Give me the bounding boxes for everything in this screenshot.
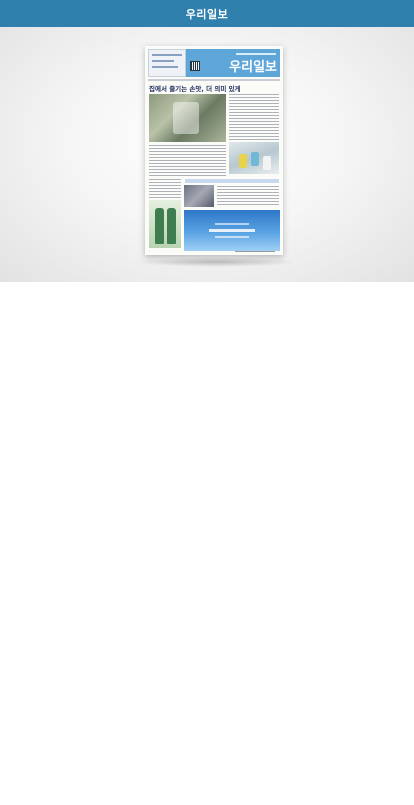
masthead-banner: 우리일보 xyxy=(186,49,280,77)
cosmetics-advertisement xyxy=(184,210,280,251)
event-photo xyxy=(184,185,214,207)
masthead-name: 우리일보 xyxy=(229,60,277,75)
app-bar: 우리일보 xyxy=(0,0,414,27)
masthead: 우리일보 xyxy=(148,49,280,77)
page-footer xyxy=(235,251,275,252)
newspaper-headline: 집에서 즐기는 손맛, 더 의미 있게 xyxy=(149,85,241,92)
app-title: 우리일보 xyxy=(185,7,229,21)
content-area xyxy=(0,282,414,805)
article-text xyxy=(229,94,279,140)
article-text xyxy=(149,145,226,176)
bottle-advertisement xyxy=(149,200,181,248)
paper-shadow xyxy=(136,257,296,267)
masthead-promo xyxy=(148,49,186,77)
article-text xyxy=(149,179,181,198)
newspaper-viewer[interactable]: 우리일보 집에서 즐기는 손맛, 더 의미 있게 xyxy=(0,27,414,282)
product-photo xyxy=(229,142,279,174)
article-text xyxy=(217,186,279,207)
newspaper-page[interactable]: 우리일보 집에서 즐기는 손맛, 더 의미 있게 xyxy=(145,46,283,255)
qr-code-icon xyxy=(190,61,200,71)
date-line xyxy=(148,79,280,81)
headline-photo xyxy=(149,94,226,142)
article-subhead xyxy=(185,179,279,183)
